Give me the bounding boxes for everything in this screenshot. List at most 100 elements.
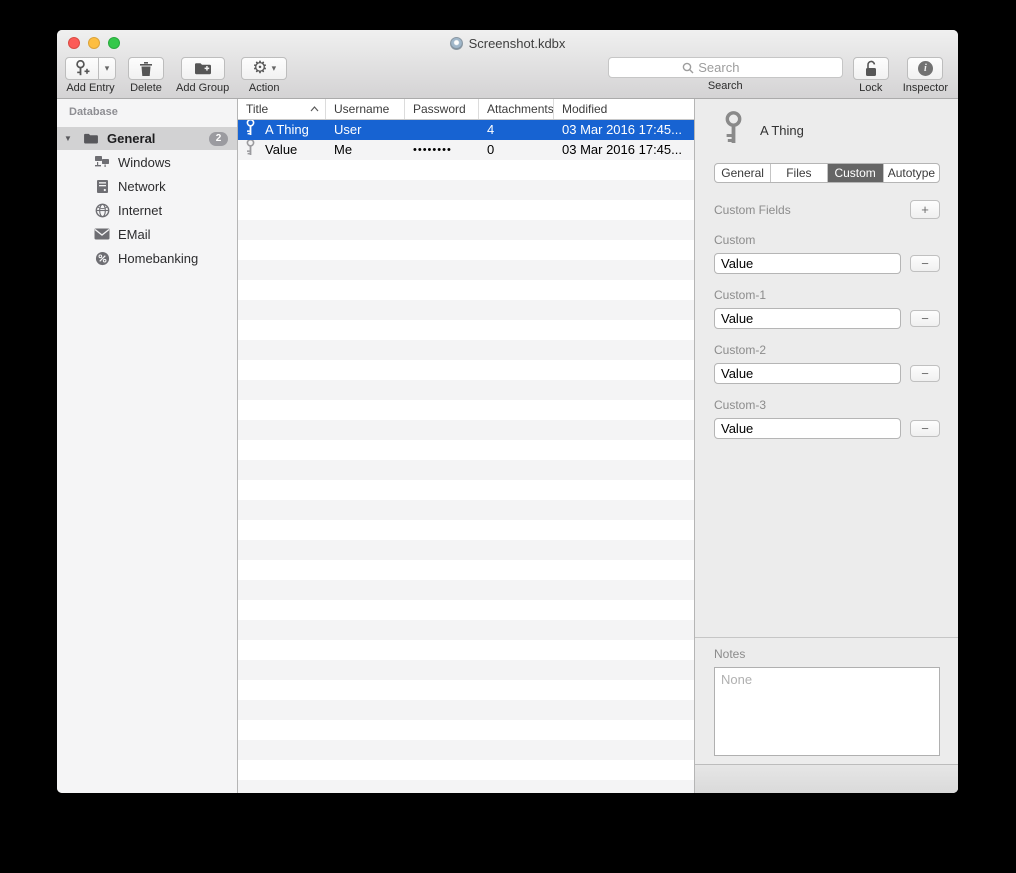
windows-network-icon xyxy=(94,154,110,170)
server-icon xyxy=(94,178,110,194)
cell-title: A Thing xyxy=(265,120,309,140)
sidebar-item-network[interactable]: Network xyxy=(57,174,237,198)
envelope-icon xyxy=(94,226,110,242)
zoom-button[interactable] xyxy=(108,37,120,49)
add-entry-button[interactable] xyxy=(65,57,99,80)
entry-count-badge: 2 xyxy=(209,132,228,146)
search-group: Search xyxy=(608,57,843,92)
folder-plus-icon xyxy=(194,61,212,76)
cell-username: User xyxy=(326,120,405,140)
key-plus-icon xyxy=(74,60,91,77)
cell-attachments: 4 xyxy=(479,120,554,140)
sidebar-section-header: Database xyxy=(57,106,237,118)
minimize-button[interactable] xyxy=(88,37,100,49)
sort-ascending-icon xyxy=(310,106,319,112)
add-entry-dropdown[interactable]: ▾ xyxy=(99,57,116,80)
lock-label: Lock xyxy=(859,82,882,94)
key-icon xyxy=(245,120,256,140)
tab-general[interactable]: General xyxy=(715,164,770,182)
action-button[interactable]: ⚙ ▾ xyxy=(241,57,287,80)
remove-custom-field-button[interactable]: − xyxy=(910,365,940,382)
titlebar[interactable]: Screenshot.kdbx xyxy=(57,30,958,56)
column-header-password[interactable]: Password xyxy=(405,99,479,119)
disclosure-triangle-icon[interactable]: ▼ xyxy=(64,134,76,143)
tab-custom[interactable]: Custom xyxy=(827,164,883,182)
notes-section: Notes xyxy=(695,637,958,756)
remove-custom-field-button[interactable]: − xyxy=(910,310,940,327)
custom-field-row: − xyxy=(714,308,940,329)
add-group-group: Add Group xyxy=(176,57,229,94)
minus-icon: − xyxy=(921,311,929,326)
action-label: Action xyxy=(249,82,280,94)
inspector-tabs: General Files Custom Autotype xyxy=(714,163,940,183)
custom-field-row: − xyxy=(714,363,940,384)
custom-field-label: Custom xyxy=(714,233,958,247)
window-chrome: Screenshot.kdbx ▾ xyxy=(57,30,958,99)
trash-icon xyxy=(139,61,153,77)
dropdown-arrow-icon: ▾ xyxy=(105,63,110,74)
notes-textarea[interactable] xyxy=(714,667,940,756)
close-button[interactable] xyxy=(68,37,80,49)
action-group: ⚙ ▾ Action xyxy=(241,57,287,94)
entry-table: Title Username Password Attachments Modi… xyxy=(237,99,695,793)
custom-field-input[interactable] xyxy=(714,308,901,329)
delete-button[interactable] xyxy=(128,57,164,80)
sidebar-item-internet[interactable]: Internet xyxy=(57,198,237,222)
sidebar-item-windows[interactable]: Windows xyxy=(57,150,237,174)
cell-password: •••••••• xyxy=(405,140,479,160)
sidebar-item-homebanking[interactable]: Homebanking xyxy=(57,246,237,270)
entry-header: A Thing xyxy=(722,111,958,150)
app-window: Screenshot.kdbx ▾ xyxy=(57,30,958,793)
custom-fields-label: Custom Fields xyxy=(714,203,791,217)
table-row[interactable]: A Thing User 4 03 Mar 2016 17:45... xyxy=(238,120,694,140)
table-body: A Thing User 4 03 Mar 2016 17:45... xyxy=(238,120,694,793)
add-group-label: Add Group xyxy=(176,82,229,94)
column-header-attachments[interactable]: Attachments xyxy=(479,99,554,119)
custom-field-input[interactable] xyxy=(714,253,901,274)
add-group-button[interactable] xyxy=(181,57,225,80)
minus-icon: − xyxy=(921,256,929,271)
sidebar-item-general[interactable]: ▼ General 2 xyxy=(57,127,237,150)
search-input[interactable] xyxy=(698,60,768,75)
inspector-label: Inspector xyxy=(903,82,948,94)
entry-title: A Thing xyxy=(760,123,804,138)
remove-custom-field-button[interactable]: − xyxy=(910,255,940,272)
column-header-username[interactable]: Username xyxy=(326,99,405,119)
custom-field-label: Custom-3 xyxy=(714,398,958,412)
percent-coin-icon xyxy=(94,250,110,266)
search-label: Search xyxy=(708,80,743,92)
plus-icon: + xyxy=(921,202,929,217)
cell-modified: 03 Mar 2016 17:45... xyxy=(554,140,694,160)
document-proxy-icon[interactable] xyxy=(450,37,463,50)
sidebar-item-label: Windows xyxy=(118,155,171,170)
add-entry-label: Add Entry xyxy=(66,82,114,94)
custom-field-input[interactable] xyxy=(714,418,901,439)
tab-files[interactable]: Files xyxy=(770,164,826,182)
column-header-title[interactable]: Title xyxy=(238,99,326,119)
add-custom-field-button[interactable]: + xyxy=(910,200,940,219)
inspector-group: i Inspector xyxy=(903,57,948,94)
search-field[interactable] xyxy=(608,57,843,78)
notes-label: Notes xyxy=(714,647,940,661)
traffic-lights xyxy=(68,37,120,49)
column-header-modified[interactable]: Modified xyxy=(554,99,694,119)
key-icon xyxy=(722,111,745,150)
minus-icon: − xyxy=(921,366,929,381)
remove-custom-field-button[interactable]: − xyxy=(910,420,940,437)
delete-label: Delete xyxy=(130,82,162,94)
custom-field-label: Custom-1 xyxy=(714,288,958,302)
sidebar: Database ▼ General 2 xyxy=(57,99,237,793)
table-row[interactable]: Value Me •••••••• 0 03 Mar 2016 17:45... xyxy=(238,140,694,160)
cell-title: Value xyxy=(265,140,297,160)
unlocked-padlock-icon xyxy=(863,60,879,77)
sidebar-item-label: Network xyxy=(118,179,166,194)
sidebar-item-email[interactable]: EMail xyxy=(57,222,237,246)
tab-autotype[interactable]: Autotype xyxy=(883,164,939,182)
custom-field-input[interactable] xyxy=(714,363,901,384)
sidebar-item-label: Internet xyxy=(118,203,162,218)
lock-button[interactable] xyxy=(853,57,889,80)
inspector-button[interactable]: i xyxy=(907,57,943,80)
custom-field-row: − xyxy=(714,253,940,274)
gear-icon: ⚙ xyxy=(252,60,267,77)
inspector-panel: A Thing General Files Custom Autotype Cu… xyxy=(695,99,958,793)
